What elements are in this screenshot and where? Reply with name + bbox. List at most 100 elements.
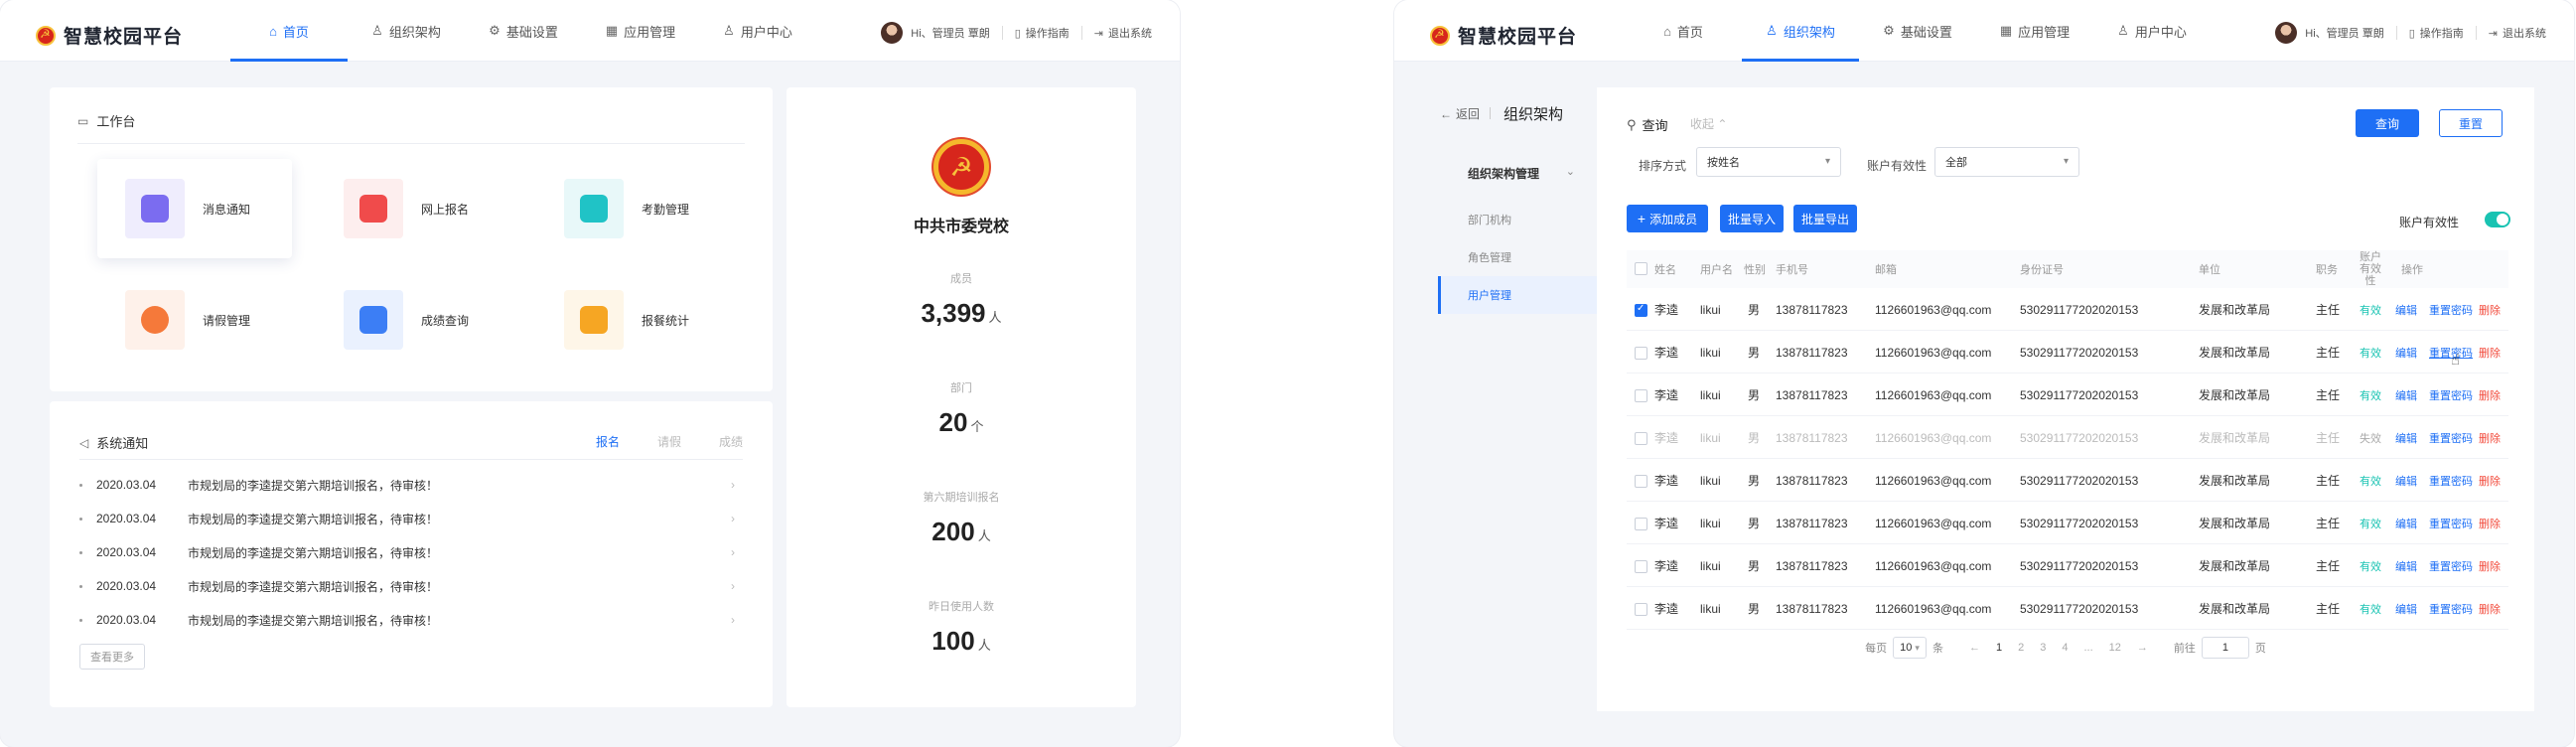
row-checkbox[interactable] (1635, 475, 1647, 488)
reset-button[interactable]: 重置 (2439, 109, 2503, 137)
nav-settings[interactable]: ⚙ 基础设置 (1859, 0, 1976, 62)
avatar[interactable] (2275, 22, 2298, 44)
guide-icon: ▯ (2408, 27, 2415, 40)
add-label: 添加成员 (1649, 212, 1698, 226)
delete-link[interactable]: 删除 (2479, 502, 2501, 544)
page-2[interactable]: 2 (2018, 642, 2024, 654)
select-all-checkbox[interactable] (1635, 262, 1647, 275)
edit-link[interactable]: 编辑 (2395, 331, 2417, 374)
sidebar-item-users[interactable]: 用户管理 (1438, 276, 1597, 314)
edit-link[interactable]: 编辑 (2395, 502, 2417, 544)
reset-password-link[interactable]: 重置密码 (2429, 587, 2473, 630)
tile-grades[interactable]: 成绩查询 (316, 270, 510, 370)
search-button[interactable]: 查询 (2356, 109, 2419, 137)
tile-meals[interactable]: 报餐统计 (536, 270, 731, 370)
nav-user-center[interactable]: ♙ 用户中心 (699, 0, 816, 62)
page-3[interactable]: 3 (2040, 642, 2046, 654)
nav-apps[interactable]: ▦ 应用管理 (582, 0, 699, 62)
page-4[interactable]: 4 (2062, 642, 2068, 654)
list-item[interactable]: 2020.03.04 市规划局的李逵提交第六期培训报名，待审核！ › (79, 542, 735, 562)
edit-link[interactable]: 编辑 (2395, 544, 2417, 587)
row-checkbox[interactable] (1635, 432, 1647, 445)
party-logo-icon (36, 25, 56, 46)
logout-link[interactable]: 退出系统 (2503, 25, 2546, 41)
edit-link[interactable]: 编辑 (2395, 416, 2417, 459)
apps-icon: ▦ (605, 23, 619, 38)
row-checkbox[interactable] (1635, 518, 1647, 530)
edit-link[interactable]: 编辑 (2395, 459, 2417, 502)
col-name: 姓名 (1654, 264, 1676, 276)
cell-phone: 13878117823 (1776, 473, 1848, 488)
back-link[interactable]: ← 返回 (1440, 105, 1480, 122)
delete-link[interactable]: 删除 (2479, 331, 2501, 374)
row-checkbox[interactable] (1635, 560, 1647, 573)
list-item[interactable]: 2020.03.04 市规划局的李逵提交第六期培训报名，待审核！ › (79, 509, 735, 528)
delete-link[interactable]: 删除 (2479, 374, 2501, 416)
validity-select[interactable]: 全部 ▾ (1934, 147, 2079, 177)
nav-organization[interactable]: ♙ 组织架构 (348, 0, 465, 62)
menu-group-org[interactable]: 组织架构管理 (1468, 165, 1539, 182)
row-checkbox[interactable] (1635, 389, 1647, 402)
delete-link[interactable]: 删除 (2479, 288, 2501, 331)
reset-password-link[interactable]: 重置密码 (2429, 374, 2473, 416)
reset-password-link[interactable]: 重置密码 (2429, 544, 2473, 587)
edit-link[interactable]: 编辑 (2395, 288, 2417, 331)
brand-logo[interactable]: 智慧校园平台 (36, 22, 183, 49)
guide-link[interactable]: 操作指南 (2420, 25, 2464, 41)
page-1[interactable]: 1 (1996, 642, 2002, 654)
sidebar-item-departments[interactable]: 部门机构 (1438, 201, 1597, 238)
sidebar-item-roles[interactable]: 角色管理 (1438, 238, 1597, 276)
tab-leave[interactable]: 请假 (657, 433, 681, 450)
list-item[interactable]: 2020.03.04 市规划局的李逵提交第六期培训报名，待审核！ › (79, 610, 735, 630)
logout-link[interactable]: 退出系统 (1108, 25, 1152, 41)
row-checkbox[interactable] (1635, 303, 1647, 317)
reset-password-link[interactable]: 重置密码 (2429, 459, 2473, 502)
page-12[interactable]: 12 (2109, 642, 2121, 654)
validity-toggle[interactable] (2485, 212, 2510, 227)
edit-link[interactable]: 编辑 (2395, 374, 2417, 416)
avatar[interactable] (881, 22, 904, 44)
cell-unit: 发展和改革局 (2199, 517, 2271, 530)
row-checkbox[interactable] (1635, 347, 1647, 360)
list-item[interactable]: 2020.03.04 市规划局的李逵提交第六期培训报名，待审核！ › (79, 475, 735, 495)
delete-link[interactable]: 删除 (2479, 544, 2501, 587)
delete-link[interactable]: 删除 (2479, 587, 2501, 630)
import-button[interactable]: 批量导入 (1720, 205, 1784, 232)
col-id: 身份证号 (2020, 264, 2064, 276)
edit-link[interactable]: 编辑 (2395, 587, 2417, 630)
nav-settings[interactable]: ⚙ 基础设置 (465, 0, 582, 62)
add-member-button[interactable]: + 添加成员 (1627, 205, 1708, 232)
nav-organization[interactable]: ♙ 组织架构 (1742, 0, 1859, 62)
row-checkbox[interactable] (1635, 603, 1647, 616)
bullet (79, 517, 82, 521)
next-page-icon[interactable]: → (2137, 642, 2148, 654)
reset-password-link[interactable]: 重置密码 (2429, 502, 2473, 544)
brand-logo[interactable]: 智慧校园平台 (1430, 22, 1577, 49)
tile-message[interactable]: 消息通知 (97, 159, 292, 258)
nav-apps[interactable]: ▦ 应用管理 (1976, 0, 2093, 62)
view-more-button[interactable]: 查看更多 (79, 644, 145, 670)
delete-link[interactable]: 删除 (2479, 416, 2501, 459)
tile-attendance[interactable]: 考勤管理 (536, 159, 731, 258)
gear-icon: ⚙ (489, 23, 501, 38)
goto-input[interactable]: 1 (2201, 637, 2249, 659)
guide-link[interactable]: 操作指南 (1026, 25, 1070, 41)
collapse-toggle[interactable]: 收起 ⌃ (1690, 115, 1727, 132)
tile-signup[interactable]: 网上报名 (316, 159, 510, 258)
list-item[interactable]: 2020.03.04 市规划局的李逵提交第六期培训报名，待审核！ › (79, 576, 735, 596)
cutlery-icon (564, 290, 624, 350)
prev-page-icon[interactable]: ← (1969, 642, 1980, 654)
per-page-select[interactable]: 10 ▾ (1893, 637, 1927, 659)
tab-grades[interactable]: 成绩 (719, 433, 743, 450)
reset-password-link[interactable]: 重置密码 (2429, 416, 2473, 459)
sort-select[interactable]: 按姓名 ▾ (1696, 147, 1841, 177)
reset-password-link[interactable]: 重置密码 (2429, 288, 2473, 331)
tile-leave[interactable]: 请假管理 (97, 270, 292, 370)
tab-signup[interactable]: 报名 (596, 433, 620, 450)
nav-user-center[interactable]: ♙ 用户中心 (2093, 0, 2211, 62)
nav-home[interactable]: ⌂ 首页 (230, 0, 348, 62)
cell-id: 530291177202020153 (2020, 345, 2139, 360)
nav-home[interactable]: ⌂ 首页 (1625, 0, 1742, 62)
export-button[interactable]: 批量导出 (1793, 205, 1857, 232)
delete-link[interactable]: 删除 (2479, 459, 2501, 502)
